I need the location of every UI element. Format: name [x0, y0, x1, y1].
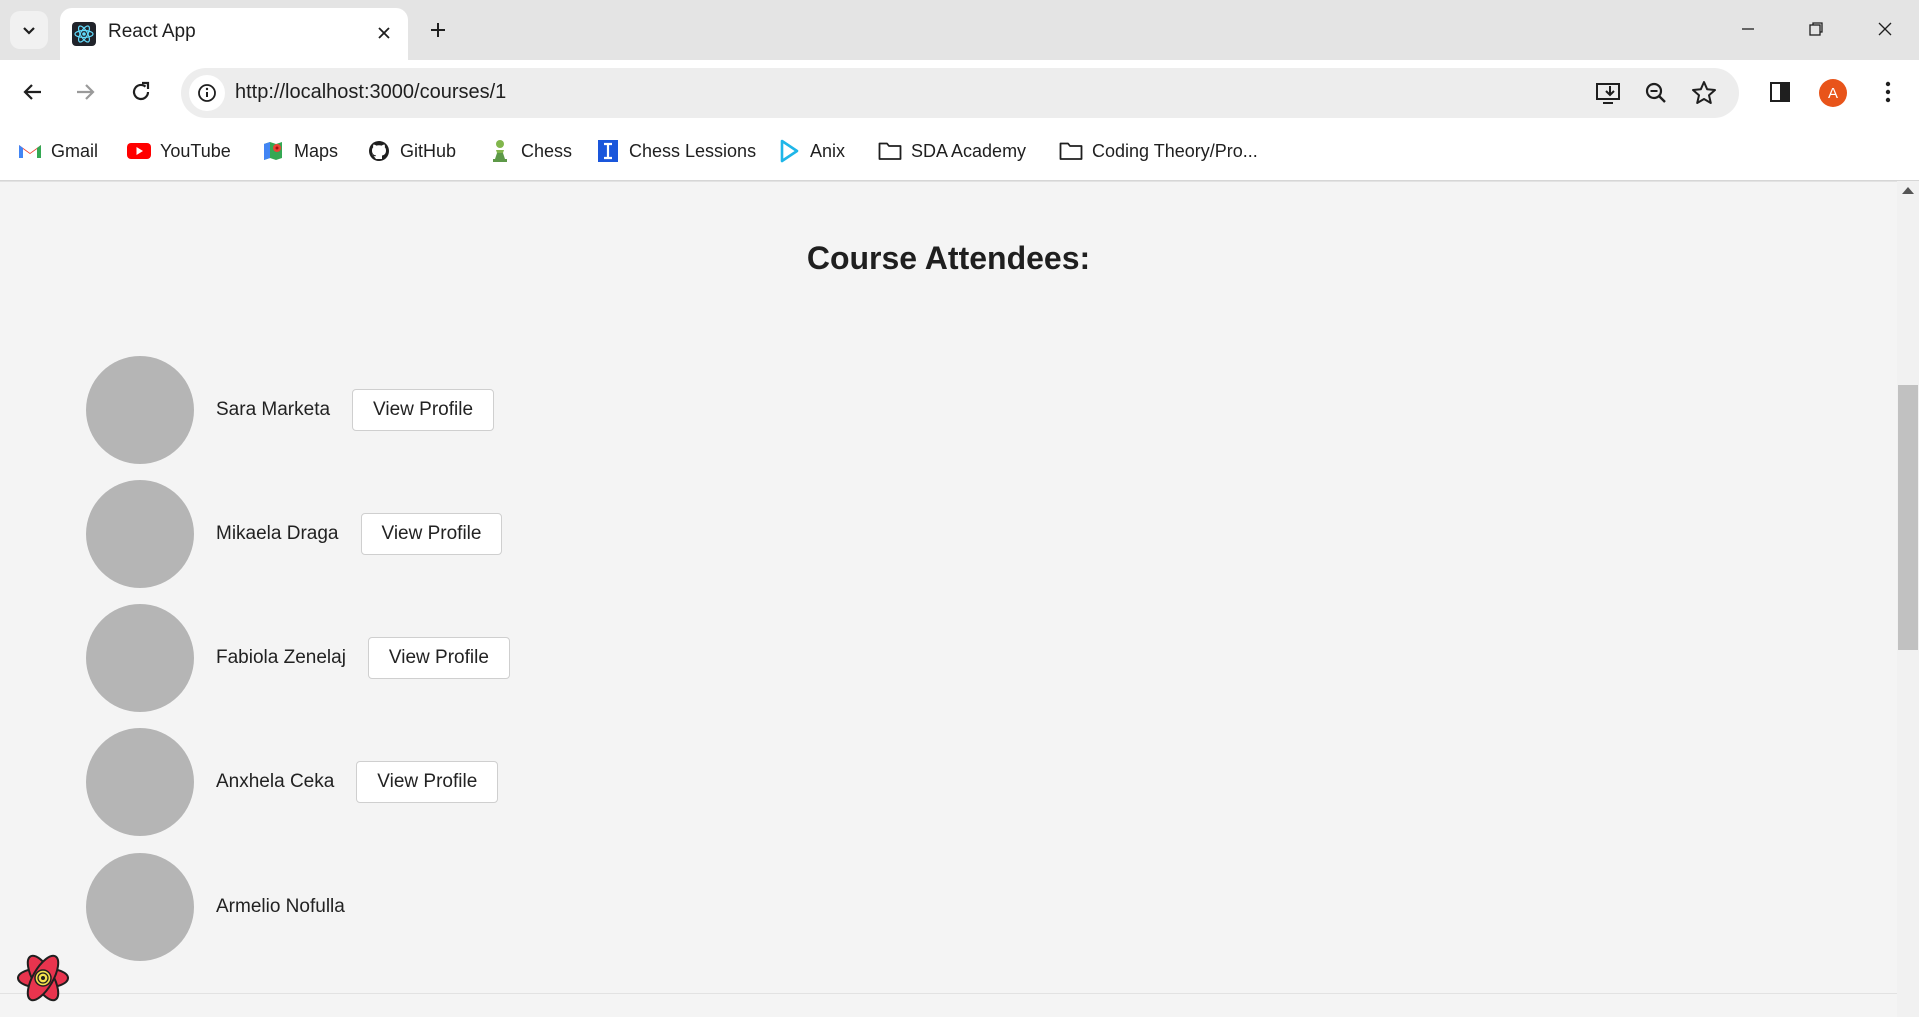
reload-button[interactable] — [123, 74, 159, 110]
attendee-row: Armelio Nofulla — [86, 853, 345, 961]
avatar — [86, 604, 194, 712]
reload-icon — [132, 81, 150, 101]
view-profile-button[interactable]: View Profile — [360, 513, 503, 555]
side-panel-button[interactable] — [1762, 74, 1798, 110]
avatar — [86, 356, 194, 464]
forward-button[interactable] — [67, 74, 103, 110]
zoom-button[interactable] — [1641, 78, 1671, 108]
tab-strip: React App — [0, 0, 1919, 60]
site-info-button[interactable] — [189, 75, 225, 111]
tab-search-button[interactable] — [10, 11, 48, 49]
attendee-row: Mikaela Draga View Profile — [86, 480, 503, 588]
bookmark-star-button[interactable] — [1689, 78, 1719, 108]
attendee-row: Anxhela Ceka View Profile — [86, 728, 499, 836]
arrow-right-icon — [77, 84, 95, 100]
bookmark-github[interactable]: GitHub — [367, 136, 456, 166]
bookmark-label: Gmail — [51, 140, 99, 161]
new-tab-button[interactable] — [424, 16, 452, 44]
bookmarks-bar: Gmail YouTube Maps GitHub Chess Chess Le… — [0, 122, 1919, 181]
bookmark-label: SDA Academy — [911, 140, 1027, 161]
close-icon — [378, 27, 390, 39]
bookmark-label: Coding Theory/Pro... — [1092, 140, 1258, 161]
info-icon — [198, 84, 216, 102]
tab-title: React App — [108, 21, 196, 42]
view-profile-button[interactable]: View Profile — [356, 761, 499, 803]
attendee-name: Fabiola Zenelaj — [216, 647, 346, 668]
back-button[interactable] — [15, 74, 51, 110]
arrow-left-icon — [23, 84, 41, 100]
bookmark-label: GitHub — [400, 140, 457, 161]
avatar — [86, 728, 194, 836]
profile-avatar[interactable]: A — [1819, 79, 1847, 107]
restore-button[interactable] — [1791, 12, 1841, 46]
page-content: Course Attendees: Sara Marketa View Prof… — [0, 181, 1897, 994]
maps-icon — [261, 139, 285, 163]
close-icon — [1878, 22, 1892, 36]
attendee-name: Mikaela Draga — [216, 523, 339, 544]
minimize-icon — [1742, 28, 1754, 30]
address-bar[interactable]: http://localhost:3000/courses/1 — [181, 68, 1739, 118]
star-icon — [1692, 81, 1716, 104]
bookmark-label: Chess — [521, 140, 573, 161]
side-panel-icon — [1770, 82, 1790, 102]
bookmark-maps[interactable]: Maps — [261, 136, 338, 166]
bookmark-youtube[interactable]: YouTube — [127, 136, 231, 166]
browser-toolbar: http://localhost:3000/courses/1 A — [0, 60, 1919, 122]
view-profile-button[interactable]: View Profile — [367, 637, 510, 679]
bookmark-anix[interactable]: Anix — [777, 136, 845, 166]
zoom-out-icon — [1645, 82, 1666, 103]
more-vertical-icon — [1885, 81, 1891, 103]
bookmark-label: YouTube — [160, 140, 231, 161]
attendee-row: Sara Marketa View Profile — [86, 356, 495, 464]
folder-icon — [1059, 139, 1083, 163]
attendee-row: Fabiola Zenelaj View Profile — [86, 604, 510, 712]
bookmark-label: Chess Lessions — [629, 140, 757, 161]
youtube-icon — [127, 139, 151, 163]
active-tab[interactable]: React App — [60, 8, 408, 60]
browser-menu-button[interactable] — [1870, 74, 1906, 110]
bookmark-chess-lessions[interactable]: Chess Lessions — [596, 136, 756, 166]
attendee-name: Sara Marketa — [216, 399, 331, 420]
react-devtools-icon[interactable] — [14, 952, 72, 1004]
folder-icon — [878, 139, 902, 163]
page-title: Course Attendees: — [806, 240, 1091, 276]
bookmark-coding-theory[interactable]: Coding Theory/Pro... — [1059, 136, 1258, 166]
minimize-button[interactable] — [1723, 12, 1773, 46]
install-app-icon — [1596, 83, 1620, 104]
page-divider — [0, 993, 1897, 994]
attendee-name: Armelio Nofulla — [216, 896, 345, 917]
restore-icon — [1809, 22, 1823, 36]
install-app-button[interactable] — [1593, 78, 1623, 108]
react-favicon-icon — [72, 22, 96, 46]
chess-lessons-icon — [596, 139, 620, 163]
plus-icon — [431, 23, 445, 37]
chess-pawn-icon — [488, 139, 512, 163]
avatar — [86, 480, 194, 588]
bookmark-sda-academy[interactable]: SDA Academy — [878, 136, 1026, 166]
scrollbar-thumb[interactable] — [1898, 385, 1918, 650]
gmail-icon — [18, 139, 42, 163]
tab-close-button[interactable] — [372, 21, 396, 45]
bookmark-label: Anix — [810, 140, 846, 161]
bookmark-chess[interactable]: Chess — [488, 136, 572, 166]
chevron-down-icon — [23, 27, 35, 35]
url-text: http://localhost:3000/courses/1 — [235, 81, 507, 103]
close-window-button[interactable] — [1860, 12, 1910, 46]
scroll-up-arrow-icon[interactable] — [1902, 187, 1914, 194]
bookmark-gmail[interactable]: Gmail — [18, 136, 98, 166]
github-icon — [367, 139, 391, 163]
view-profile-button[interactable]: View Profile — [352, 389, 495, 431]
bookmark-label: Maps — [294, 140, 339, 161]
attendee-name: Anxhela Ceka — [216, 771, 335, 792]
anix-play-icon — [777, 139, 801, 163]
avatar — [86, 853, 194, 961]
page-scrollbar[interactable] — [1897, 181, 1919, 1017]
